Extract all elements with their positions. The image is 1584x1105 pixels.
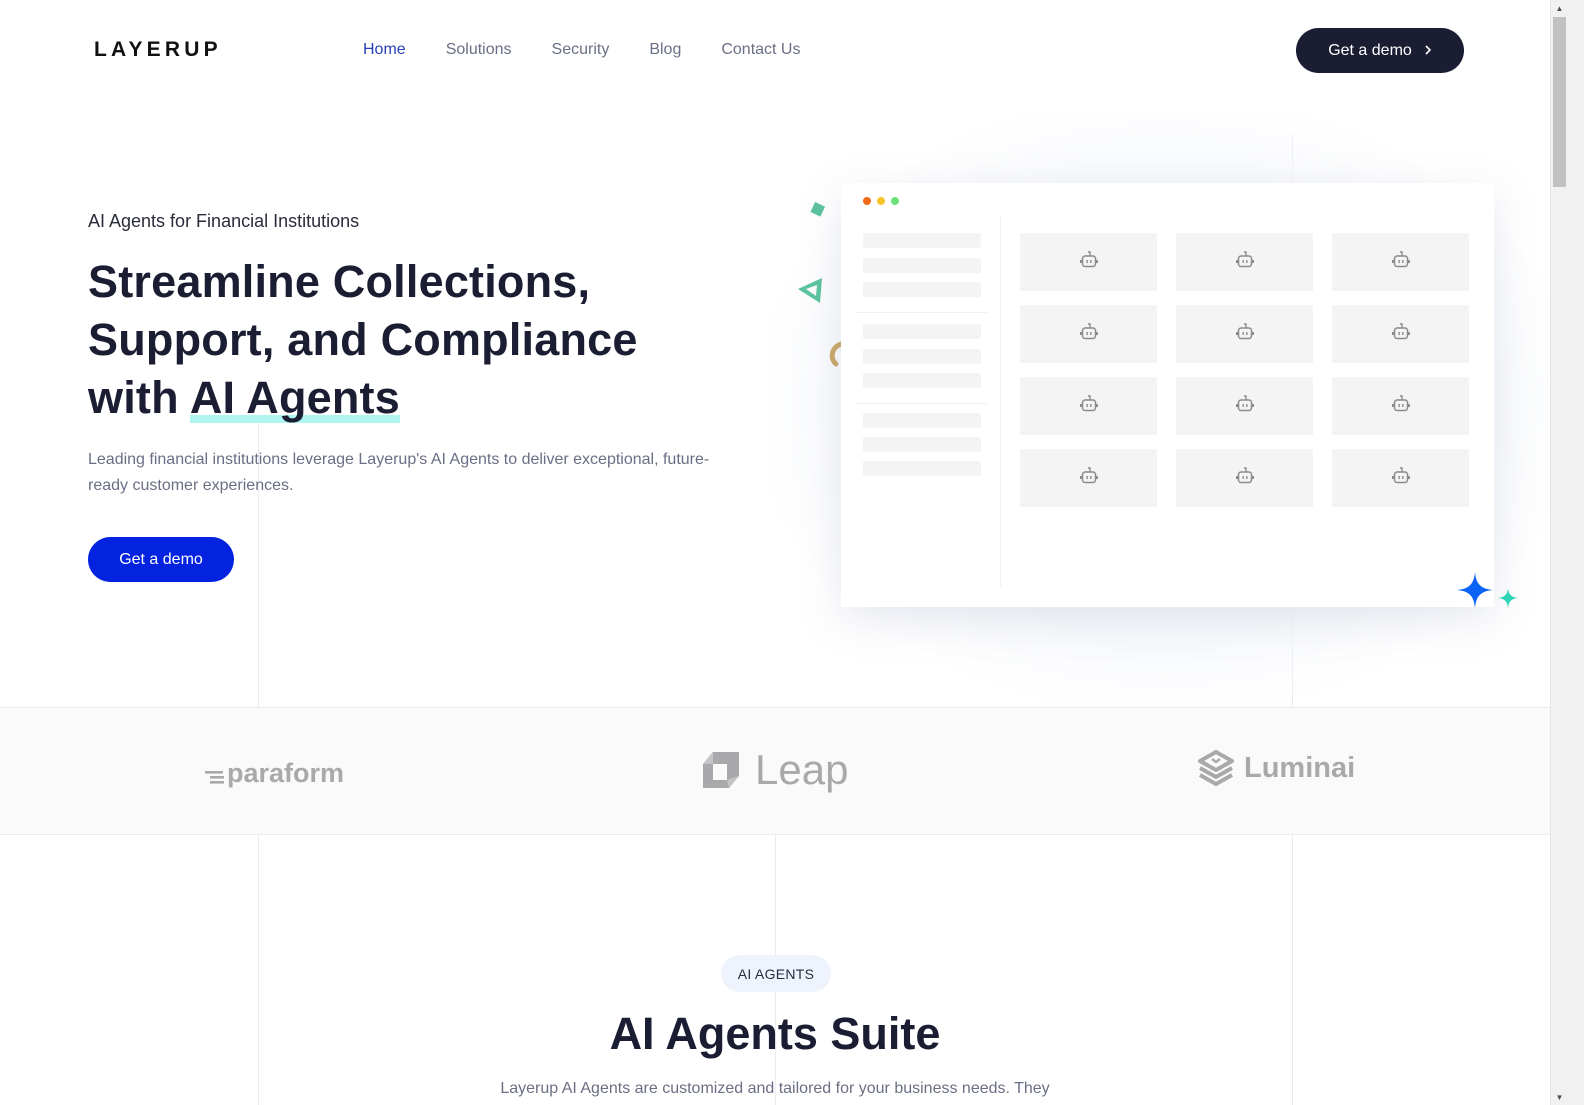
hero-title-line: with xyxy=(88,372,190,423)
nav-contact-us[interactable]: Contact Us xyxy=(721,41,800,59)
window-dot-maximize xyxy=(891,197,899,205)
skeleton-line xyxy=(863,349,981,364)
sparkle-small-icon xyxy=(1498,588,1518,608)
agent-card xyxy=(1020,377,1157,435)
header-get-demo-button[interactable]: Get a demo xyxy=(1296,28,1464,73)
chevron-right-icon xyxy=(1424,43,1432,59)
skeleton-line xyxy=(863,413,981,428)
agent-card xyxy=(1332,233,1469,291)
diamond-shape-icon xyxy=(810,202,826,217)
robot-icon xyxy=(1391,322,1411,346)
robot-icon xyxy=(1391,250,1411,274)
robot-icon xyxy=(1079,394,1099,418)
skeleton-line xyxy=(863,373,981,388)
nav-solutions[interactable]: Solutions xyxy=(446,41,512,59)
hero-get-demo-button[interactable]: Get a demo xyxy=(88,537,234,582)
header-get-demo-label: Get a demo xyxy=(1328,41,1412,59)
luminai-mark-icon xyxy=(1198,750,1234,786)
robot-icon xyxy=(1235,466,1255,490)
agent-card xyxy=(1176,449,1313,507)
page: LAYERUP Home Solutions Security Blog Con… xyxy=(0,0,1567,1105)
scroll-down-arrow-icon[interactable]: ▼ xyxy=(1551,1089,1568,1105)
skeleton-line xyxy=(863,324,981,339)
hero-title-highlight: AI Agents xyxy=(189,372,400,423)
robot-icon xyxy=(1391,394,1411,418)
guide-line xyxy=(1292,835,1293,1105)
agent-card xyxy=(1020,449,1157,507)
scroll-up-arrow-icon[interactable]: ▲ xyxy=(1551,0,1568,16)
logo-leap-text: Leap xyxy=(755,746,849,793)
robot-icon xyxy=(1235,250,1255,274)
logo-leap: Leap xyxy=(701,746,848,794)
brand-logo[interactable]: LAYERUP xyxy=(94,38,222,62)
hero-title-line: Streamline Collections, xyxy=(88,256,591,307)
robot-icon xyxy=(1391,466,1411,490)
skeleton-line xyxy=(863,258,981,273)
logo-luminai-text: Luminai xyxy=(1244,751,1356,784)
hero-get-demo-label: Get a demo xyxy=(119,550,203,568)
main-nav: Home Solutions Security Blog Contact Us xyxy=(363,41,840,59)
logo-paraform-text: paraform xyxy=(227,758,345,788)
skeleton-line xyxy=(863,233,981,248)
skeleton-line xyxy=(863,282,981,297)
hero-title-line: Support, and Compliance xyxy=(88,314,638,365)
agent-card xyxy=(1176,377,1313,435)
nav-blog[interactable]: Blog xyxy=(649,41,681,59)
paraform-mark-icon xyxy=(205,770,224,784)
hero-subtitle: Leading financial institutions leverage … xyxy=(88,451,710,494)
guide-line xyxy=(258,835,259,1105)
agent-card xyxy=(1332,377,1469,435)
page-scrollbar[interactable]: ▲ ▼ xyxy=(1550,0,1584,1105)
skeleton-line xyxy=(863,461,981,476)
sidebar-divider xyxy=(855,312,987,313)
agent-card xyxy=(1332,305,1469,363)
hero-title: Streamline Collections, Support, and Com… xyxy=(88,253,728,427)
robot-icon xyxy=(1079,466,1099,490)
customer-logos: paraform Leap Luminai xyxy=(0,707,1567,835)
sparkle-large-icon xyxy=(1457,572,1493,608)
section-subtitle: Layerup AI Agents are customized and tai… xyxy=(500,1080,1050,1097)
window-controls xyxy=(863,197,899,205)
agent-card xyxy=(1332,449,1469,507)
agent-grid xyxy=(1020,233,1469,507)
agent-card xyxy=(1020,305,1157,363)
agent-card xyxy=(1020,233,1157,291)
skeleton-line xyxy=(863,437,981,452)
section-pill-badge: AI AGENTS xyxy=(721,955,831,992)
robot-icon xyxy=(1079,322,1099,346)
logo-paraform: paraform xyxy=(205,758,344,789)
leap-mark-icon xyxy=(703,752,739,788)
robot-icon xyxy=(1235,322,1255,346)
scrollbar-thumb[interactable] xyxy=(1553,17,1566,187)
nav-home[interactable]: Home xyxy=(363,41,406,59)
section-title: AI Agents Suite xyxy=(609,1008,941,1059)
logo-luminai: Luminai xyxy=(1198,750,1355,786)
window-dot-close xyxy=(863,197,871,205)
hero-eyebrow: AI Agents for Financial Institutions xyxy=(88,211,360,231)
robot-icon xyxy=(1235,394,1255,418)
mockup-sidebar xyxy=(841,217,1001,587)
agent-card xyxy=(1176,305,1313,363)
nav-security[interactable]: Security xyxy=(552,41,610,59)
sidebar-divider xyxy=(855,403,987,404)
site-header: LAYERUP Home Solutions Security Blog Con… xyxy=(0,0,1567,100)
triangle-shape-icon xyxy=(798,278,822,303)
agent-card xyxy=(1176,233,1313,291)
robot-icon xyxy=(1079,250,1099,274)
window-dot-minimize xyxy=(877,197,885,205)
app-mockup-window xyxy=(841,183,1494,607)
